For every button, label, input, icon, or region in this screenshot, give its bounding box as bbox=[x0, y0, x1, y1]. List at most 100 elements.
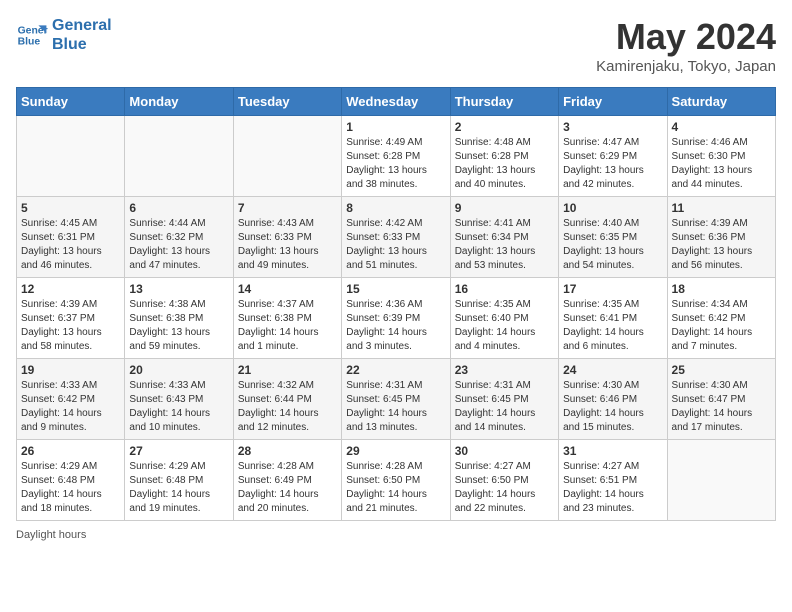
day-info: Sunrise: 4:46 AM Sunset: 6:30 PM Dayligh… bbox=[672, 136, 771, 192]
day-info: Sunrise: 4:33 AM Sunset: 6:42 PM Dayligh… bbox=[21, 379, 120, 435]
day-info: Sunrise: 4:31 AM Sunset: 6:45 PM Dayligh… bbox=[346, 379, 445, 435]
calendar-cell: 5 Sunrise: 4:45 AM Sunset: 6:31 PM Daylig… bbox=[17, 197, 125, 278]
day-number: 28 bbox=[238, 444, 337, 458]
day-info: Sunrise: 4:27 AM Sunset: 6:51 PM Dayligh… bbox=[563, 460, 662, 516]
day-number: 10 bbox=[563, 201, 662, 215]
calendar-week-row: 1 Sunrise: 4:49 AM Sunset: 6:28 PM Daylig… bbox=[17, 116, 776, 197]
day-info: Sunrise: 4:43 AM Sunset: 6:33 PM Dayligh… bbox=[238, 217, 337, 273]
location: Kamirenjaku, Tokyo, Japan bbox=[596, 58, 776, 75]
page-header: General Blue General Blue May 2024 Kamir… bbox=[16, 16, 776, 75]
day-header-saturday: Saturday bbox=[667, 88, 775, 116]
day-info: Sunrise: 4:31 AM Sunset: 6:45 PM Dayligh… bbox=[455, 379, 554, 435]
calendar-week-row: 26 Sunrise: 4:29 AM Sunset: 6:48 PM Dayli… bbox=[17, 440, 776, 521]
day-number: 8 bbox=[346, 201, 445, 215]
calendar-cell bbox=[233, 116, 341, 197]
day-info: Sunrise: 4:36 AM Sunset: 6:39 PM Dayligh… bbox=[346, 298, 445, 354]
day-info: Sunrise: 4:45 AM Sunset: 6:31 PM Dayligh… bbox=[21, 217, 120, 273]
calendar-cell: 6 Sunrise: 4:44 AM Sunset: 6:32 PM Daylig… bbox=[125, 197, 233, 278]
calendar-cell: 18Sunrise: 4:34 AM Sunset: 6:42 PM Dayli… bbox=[667, 278, 775, 359]
day-header-friday: Friday bbox=[559, 88, 667, 116]
day-header-tuesday: Tuesday bbox=[233, 88, 341, 116]
day-number: 1 bbox=[346, 120, 445, 134]
day-info: Sunrise: 4:47 AM Sunset: 6:29 PM Dayligh… bbox=[563, 136, 662, 192]
day-info: Sunrise: 4:33 AM Sunset: 6:43 PM Dayligh… bbox=[129, 379, 228, 435]
day-info: Sunrise: 4:39 AM Sunset: 6:37 PM Dayligh… bbox=[21, 298, 120, 354]
logo-icon: General Blue bbox=[16, 19, 48, 51]
calendar-cell: 16 Sunrise: 4:35 AM Sunset: 6:40 PM Dayli… bbox=[450, 278, 558, 359]
day-number: 18 bbox=[672, 282, 771, 296]
calendar-cell: 3 Sunrise: 4:47 AM Sunset: 6:29 PM Daylig… bbox=[559, 116, 667, 197]
day-info: Sunrise: 4:41 AM Sunset: 6:34 PM Dayligh… bbox=[455, 217, 554, 273]
month-title: May 2024 bbox=[596, 16, 776, 58]
day-info: Sunrise: 4:39 AM Sunset: 6:36 PM Dayligh… bbox=[672, 217, 771, 273]
day-number: 27 bbox=[129, 444, 228, 458]
day-info: Sunrise: 4:29 AM Sunset: 6:48 PM Dayligh… bbox=[21, 460, 120, 516]
day-number: 11 bbox=[672, 201, 771, 215]
calendar-cell: 2Sunrise: 4:48 AM Sunset: 6:28 PM Daylig… bbox=[450, 116, 558, 197]
day-number: 7 bbox=[238, 201, 337, 215]
calendar-cell: 28Sunrise: 4:28 AM Sunset: 6:49 PM Dayli… bbox=[233, 440, 341, 521]
day-info: Sunrise: 4:44 AM Sunset: 6:32 PM Dayligh… bbox=[129, 217, 228, 273]
day-number: 14 bbox=[238, 282, 337, 296]
day-info: Sunrise: 4:27 AM Sunset: 6:50 PM Dayligh… bbox=[455, 460, 554, 516]
day-number: 17 bbox=[563, 282, 662, 296]
calendar-cell: 20 Sunrise: 4:33 AM Sunset: 6:43 PM Dayli… bbox=[125, 359, 233, 440]
day-info: Sunrise: 4:30 AM Sunset: 6:47 PM Dayligh… bbox=[672, 379, 771, 435]
day-number: 2 bbox=[455, 120, 554, 134]
day-number: 15 bbox=[346, 282, 445, 296]
logo-text-blue: Blue bbox=[52, 35, 112, 54]
day-header-sunday: Sunday bbox=[17, 88, 125, 116]
calendar-cell: 14 Sunrise: 4:37 AM Sunset: 6:38 PM Dayli… bbox=[233, 278, 341, 359]
day-header-thursday: Thursday bbox=[450, 88, 558, 116]
svg-text:Blue: Blue bbox=[18, 37, 41, 48]
day-number: 30 bbox=[455, 444, 554, 458]
day-number: 25 bbox=[672, 363, 771, 377]
calendar-cell: 12 Sunrise: 4:39 AM Sunset: 6:37 PM Dayli… bbox=[17, 278, 125, 359]
calendar-cell bbox=[125, 116, 233, 197]
day-number: 5 bbox=[21, 201, 120, 215]
calendar-cell: 15 Sunrise: 4:36 AM Sunset: 6:39 PM Dayli… bbox=[342, 278, 450, 359]
day-header-monday: Monday bbox=[125, 88, 233, 116]
day-info: Sunrise: 4:32 AM Sunset: 6:44 PM Dayligh… bbox=[238, 379, 337, 435]
calendar-cell: 22 Sunrise: 4:31 AM Sunset: 6:45 PM Dayli… bbox=[342, 359, 450, 440]
day-number: 26 bbox=[21, 444, 120, 458]
logo-text-general: General bbox=[52, 16, 112, 35]
calendar-cell bbox=[667, 440, 775, 521]
day-number: 19 bbox=[21, 363, 120, 377]
title-block: May 2024 Kamirenjaku, Tokyo, Japan bbox=[596, 16, 776, 75]
calendar-cell: 10 Sunrise: 4:40 AM Sunset: 6:35 PM Dayli… bbox=[559, 197, 667, 278]
calendar-cell: 9Sunrise: 4:41 AM Sunset: 6:34 PM Daylig… bbox=[450, 197, 558, 278]
calendar-cell: 4 Sunrise: 4:46 AM Sunset: 6:30 PM Daylig… bbox=[667, 116, 775, 197]
day-number: 24 bbox=[563, 363, 662, 377]
calendar-week-row: 5 Sunrise: 4:45 AM Sunset: 6:31 PM Daylig… bbox=[17, 197, 776, 278]
day-info: Sunrise: 4:49 AM Sunset: 6:28 PM Dayligh… bbox=[346, 136, 445, 192]
day-number: 12 bbox=[21, 282, 120, 296]
logo: General Blue General Blue bbox=[16, 16, 112, 54]
day-number: 23 bbox=[455, 363, 554, 377]
day-info: Sunrise: 4:28 AM Sunset: 6:50 PM Dayligh… bbox=[346, 460, 445, 516]
day-number: 20 bbox=[129, 363, 228, 377]
calendar-cell: 29 Sunrise: 4:28 AM Sunset: 6:50 PM Dayli… bbox=[342, 440, 450, 521]
calendar-cell: 11 Sunrise: 4:39 AM Sunset: 6:36 PM Dayli… bbox=[667, 197, 775, 278]
day-number: 16 bbox=[455, 282, 554, 296]
calendar-cell: 19 Sunrise: 4:33 AM Sunset: 6:42 PM Dayli… bbox=[17, 359, 125, 440]
day-number: 31 bbox=[563, 444, 662, 458]
calendar-cell: 8 Sunrise: 4:42 AM Sunset: 6:33 PM Daylig… bbox=[342, 197, 450, 278]
calendar-cell: 7 Sunrise: 4:43 AM Sunset: 6:33 PM Daylig… bbox=[233, 197, 341, 278]
day-info: Sunrise: 4:37 AM Sunset: 6:38 PM Dayligh… bbox=[238, 298, 337, 354]
day-number: 3 bbox=[563, 120, 662, 134]
calendar-cell bbox=[17, 116, 125, 197]
day-number: 29 bbox=[346, 444, 445, 458]
day-number: 6 bbox=[129, 201, 228, 215]
calendar-cell: 31 Sunrise: 4:27 AM Sunset: 6:51 PM Dayli… bbox=[559, 440, 667, 521]
day-info: Sunrise: 4:42 AM Sunset: 6:33 PM Dayligh… bbox=[346, 217, 445, 273]
calendar-cell: 23 Sunrise: 4:31 AM Sunset: 6:45 PM Dayli… bbox=[450, 359, 558, 440]
calendar-cell: 30 Sunrise: 4:27 AM Sunset: 6:50 PM Dayli… bbox=[450, 440, 558, 521]
day-number: 21 bbox=[238, 363, 337, 377]
calendar-cell: 26 Sunrise: 4:29 AM Sunset: 6:48 PM Dayli… bbox=[17, 440, 125, 521]
day-number: 4 bbox=[672, 120, 771, 134]
day-number: 22 bbox=[346, 363, 445, 377]
calendar-cell: 13Sunrise: 4:38 AM Sunset: 6:38 PM Dayli… bbox=[125, 278, 233, 359]
day-info: Sunrise: 4:40 AM Sunset: 6:35 PM Dayligh… bbox=[563, 217, 662, 273]
day-info: Sunrise: 4:35 AM Sunset: 6:40 PM Dayligh… bbox=[455, 298, 554, 354]
